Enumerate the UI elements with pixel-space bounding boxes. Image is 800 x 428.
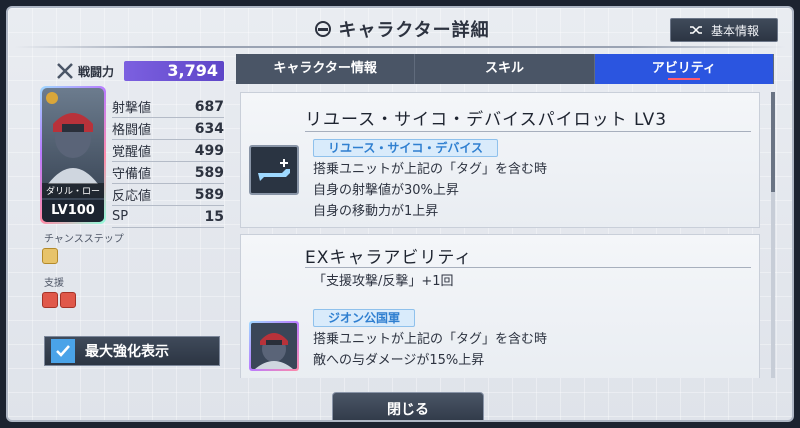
character-portrait[interactable]: ダリル・ロー LV100 (40, 86, 106, 224)
page-title-text: キャラクター詳細 (338, 20, 490, 41)
combat-power-value: 3,794 (124, 61, 224, 81)
stat-value: 687 (194, 98, 224, 115)
ability-line: 搭乗ユニットが上記の「タグ」を含む時 (313, 332, 548, 347)
close-button[interactable]: 閉じる (332, 392, 484, 420)
ability-title: EXキャラアビリティ (305, 248, 473, 268)
ability-description: 搭乗ユニットが上記の「タグ」を含む時 敵への与ダメージが15%上昇 (313, 329, 547, 371)
checkbox[interactable] (51, 339, 75, 363)
tab-bar: キャラクター情報 スキル アビリティ (236, 54, 774, 84)
stat-row: 守備値 589 (112, 162, 224, 184)
max-enhance-toggle[interactable]: 最大強化表示 (44, 336, 220, 366)
stat-row: SP 15 (112, 206, 224, 228)
stat-label: 守備値 (112, 167, 152, 182)
ability-line: 搭乗ユニットが上記の「タグ」を含む時 (313, 162, 548, 177)
stats-table: 射撃値 687 格闘値 634 覚醒値 499 守備値 589 反応値 589 SP 15 (112, 96, 224, 228)
stat-row: 反応値 589 (112, 184, 224, 206)
stat-value: 589 (194, 164, 224, 181)
ability-tag: ジオン公国軍 (313, 309, 416, 327)
chance-step-icon (42, 248, 58, 264)
ability-line: 自身の移動力が1上昇 (313, 204, 439, 219)
crossed-swords-icon (57, 63, 73, 79)
stat-label: 覚醒値 (112, 145, 152, 160)
stat-row: 射撃値 687 (112, 96, 224, 118)
pilot-illustration (48, 113, 98, 184)
ability-tag: リユース・サイコ・デバイス (313, 139, 499, 157)
tab-skill[interactable]: スキル (415, 54, 595, 84)
weapon-icon (249, 145, 299, 195)
chance-step-chips[interactable] (42, 248, 58, 264)
stat-row: 格闘値 634 (112, 118, 224, 140)
checkmark-icon (56, 345, 70, 357)
character-icon (249, 321, 299, 371)
page-title: キャラクター詳細 (314, 16, 489, 42)
support-icon (60, 292, 76, 308)
scroll-thumb[interactable] (771, 92, 775, 192)
portrait-image: ダリル・ロー LV100 (42, 88, 104, 222)
stat-label: 射撃値 (112, 101, 152, 116)
chance-step-label: チャンスステップ (44, 234, 124, 245)
support-icon (42, 292, 58, 308)
stat-label: 格闘値 (112, 123, 152, 138)
ability-card: リユース・サイコ・デバイスパイロット LV3 リユース・サイコ・デバイス 搭乗ユ… (240, 92, 760, 228)
scrollbar[interactable] (771, 92, 775, 378)
helmet-icon (315, 21, 332, 37)
stat-row: 覚醒値 499 (112, 140, 224, 162)
rarity-icon (46, 92, 58, 104)
ability-divider (305, 131, 751, 132)
combat-power-label: 戦闘力 (78, 64, 115, 79)
max-enhance-label: 最大強化表示 (85, 344, 169, 360)
ability-card: EXキャラアビリティ 「支援攻撃/反撃」+1回 ジオン公国軍 搭乗ユニットが上記… (240, 234, 760, 378)
stat-value: 634 (194, 120, 224, 137)
character-level: LV100 (42, 200, 104, 222)
stat-label: SP (112, 209, 129, 224)
stat-value: 15 (204, 208, 224, 225)
tab-ability[interactable]: アビリティ (594, 54, 774, 84)
ability-divider (305, 267, 751, 268)
combat-power: 戦闘力 3,794 (56, 60, 224, 82)
character-detail-window: キャラクター詳細 基本情報 戦闘力 3,794 ダリル・ロー LV100 射撃値… (6, 6, 794, 422)
support-label: 支援 (44, 278, 64, 289)
stat-value: 589 (194, 186, 224, 203)
header-divider (14, 46, 786, 48)
character-name: ダリル・ロー (42, 183, 104, 198)
basic-info-label: 基本情報 (710, 23, 759, 38)
stat-value: 499 (194, 142, 224, 159)
ability-line: 敵への与ダメージが15%上昇 (313, 353, 485, 368)
stat-label: 反応値 (112, 189, 152, 204)
ability-description: 搭乗ユニットが上記の「タグ」を含む時 自身の射撃値が30%上昇 自身の移動力が1… (313, 159, 547, 222)
shuffle-icon (689, 26, 702, 34)
ability-line: 自身の射撃値が30%上昇 (313, 183, 459, 198)
ability-title: リユース・サイコ・デバイスパイロット LV3 (305, 110, 668, 130)
ability-note: 「支援攻撃/反撃」+1回 (313, 274, 454, 289)
support-chips[interactable] (42, 292, 76, 308)
basic-info-button[interactable]: 基本情報 (670, 18, 778, 42)
ability-list[interactable]: リユース・サイコ・デバイスパイロット LV3 リユース・サイコ・デバイス 搭乗ユ… (240, 92, 768, 378)
tab-character-info[interactable]: キャラクター情報 (236, 54, 416, 84)
